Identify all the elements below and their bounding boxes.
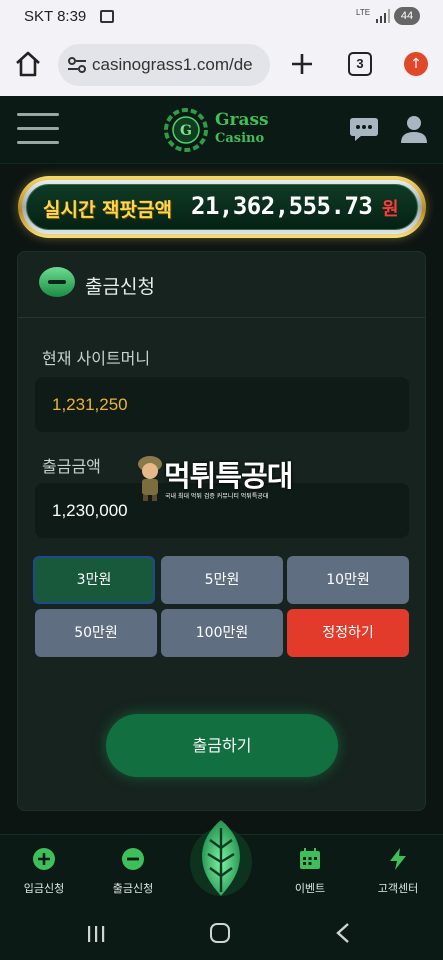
system-nav-bar bbox=[0, 906, 443, 960]
user-icon[interactable] bbox=[400, 114, 428, 144]
watermark-subtitle: 국내 최대 먹튀 검증 커뮤니티 먹튀특공대 bbox=[165, 493, 269, 500]
new-tab-icon[interactable] bbox=[290, 52, 314, 76]
minus-circle-icon bbox=[39, 267, 75, 297]
status-time: SKT 8:39 bbox=[24, 8, 87, 25]
quick-amount-100man-button[interactable]: 100만원 bbox=[161, 609, 283, 657]
brand-name: Grass bbox=[215, 110, 269, 130]
url-text: casinograss1.com/de bbox=[92, 55, 253, 74]
jackpot-currency: 원 bbox=[382, 199, 399, 220]
menu-icon[interactable] bbox=[17, 113, 59, 145]
update-icon[interactable]: ↑ bbox=[404, 52, 428, 76]
browser-toolbar: casinograss1.com/de 3 ↑ bbox=[0, 34, 443, 96]
jackpot-label: 실시간 잭팟금액 bbox=[43, 199, 172, 221]
nav-item-support[interactable]: 고객센터 bbox=[358, 847, 438, 896]
battery-indicator: 44 bbox=[394, 7, 420, 25]
soldier-mascot-icon bbox=[138, 456, 162, 501]
nav-item-event[interactable]: 이벤트 bbox=[270, 847, 350, 896]
signal-icon bbox=[376, 9, 390, 23]
minus-circle-icon bbox=[122, 848, 144, 870]
withdraw-card: 출금신청 현재 사이트머니 1,231,250 출금금액 1,230,000 3… bbox=[17, 251, 426, 811]
nav-label-withdraw: 출금신청 bbox=[112, 882, 154, 895]
card-title: 출금신청 bbox=[85, 276, 155, 298]
address-bar[interactable]: casinograss1.com/de bbox=[58, 44, 270, 86]
quick-amount-50man-button[interactable]: 50만원 bbox=[35, 609, 157, 657]
brand-subname: Casino bbox=[215, 131, 265, 146]
balance-field: 1,231,250 bbox=[35, 377, 409, 432]
reset-amount-button[interactable]: 정정하기 bbox=[287, 609, 409, 657]
jackpot-amount: 21,362,555.73 bbox=[191, 192, 373, 220]
nav-item-deposit[interactable]: 입금신청 bbox=[4, 847, 84, 896]
nav-label-support: 고객센터 bbox=[377, 882, 419, 895]
center-leaf-logo-icon[interactable] bbox=[188, 814, 254, 898]
site-logo[interactable]: G Grass Casino bbox=[162, 106, 282, 154]
tab-switcher-button[interactable]: 3 bbox=[348, 52, 372, 76]
balance-label: 현재 사이트머니 bbox=[42, 349, 151, 368]
home-icon[interactable] bbox=[14, 50, 42, 78]
system-home-icon[interactable] bbox=[210, 923, 230, 943]
site-header: G Grass Casino bbox=[0, 96, 443, 164]
submit-withdraw-button[interactable]: 출금하기 bbox=[106, 714, 338, 777]
watermark-title: 먹튀특공대 bbox=[164, 459, 293, 493]
nav-label-deposit: 입금신청 bbox=[23, 882, 65, 895]
calendar-icon bbox=[300, 848, 320, 869]
nav-item-withdraw[interactable]: 출금신청 bbox=[93, 847, 173, 896]
recent-apps-icon[interactable] bbox=[86, 925, 106, 943]
grass-emblem-icon: G bbox=[164, 108, 208, 152]
network-type: LTE bbox=[356, 8, 371, 17]
card-header: 출금신청 bbox=[18, 252, 425, 318]
lightning-icon bbox=[390, 848, 406, 870]
chat-icon[interactable] bbox=[349, 116, 379, 142]
nav-label-event: 이벤트 bbox=[294, 882, 326, 895]
status-bar: SKT 8:39 LTE 44 bbox=[0, 0, 443, 34]
jackpot-banner: 실시간 잭팟금액 21,362,555.73 원 bbox=[18, 176, 426, 238]
screenshot-icon bbox=[100, 10, 114, 23]
emblem-letter: G bbox=[180, 123, 192, 139]
quick-amount-5man-button[interactable]: 5만원 bbox=[161, 556, 283, 604]
quick-amount-3man-button[interactable]: 3만원 bbox=[33, 556, 155, 604]
site-settings-icon[interactable] bbox=[66, 54, 88, 76]
quick-amount-10man-button[interactable]: 10만원 bbox=[287, 556, 409, 604]
back-icon[interactable] bbox=[336, 923, 350, 943]
watermark: 먹튀특공대 국내 최대 먹튀 검증 커뮤니티 먹튀특공대 bbox=[135, 453, 315, 508]
amount-label: 출금금액 bbox=[42, 457, 101, 476]
plus-circle-icon bbox=[33, 848, 55, 870]
